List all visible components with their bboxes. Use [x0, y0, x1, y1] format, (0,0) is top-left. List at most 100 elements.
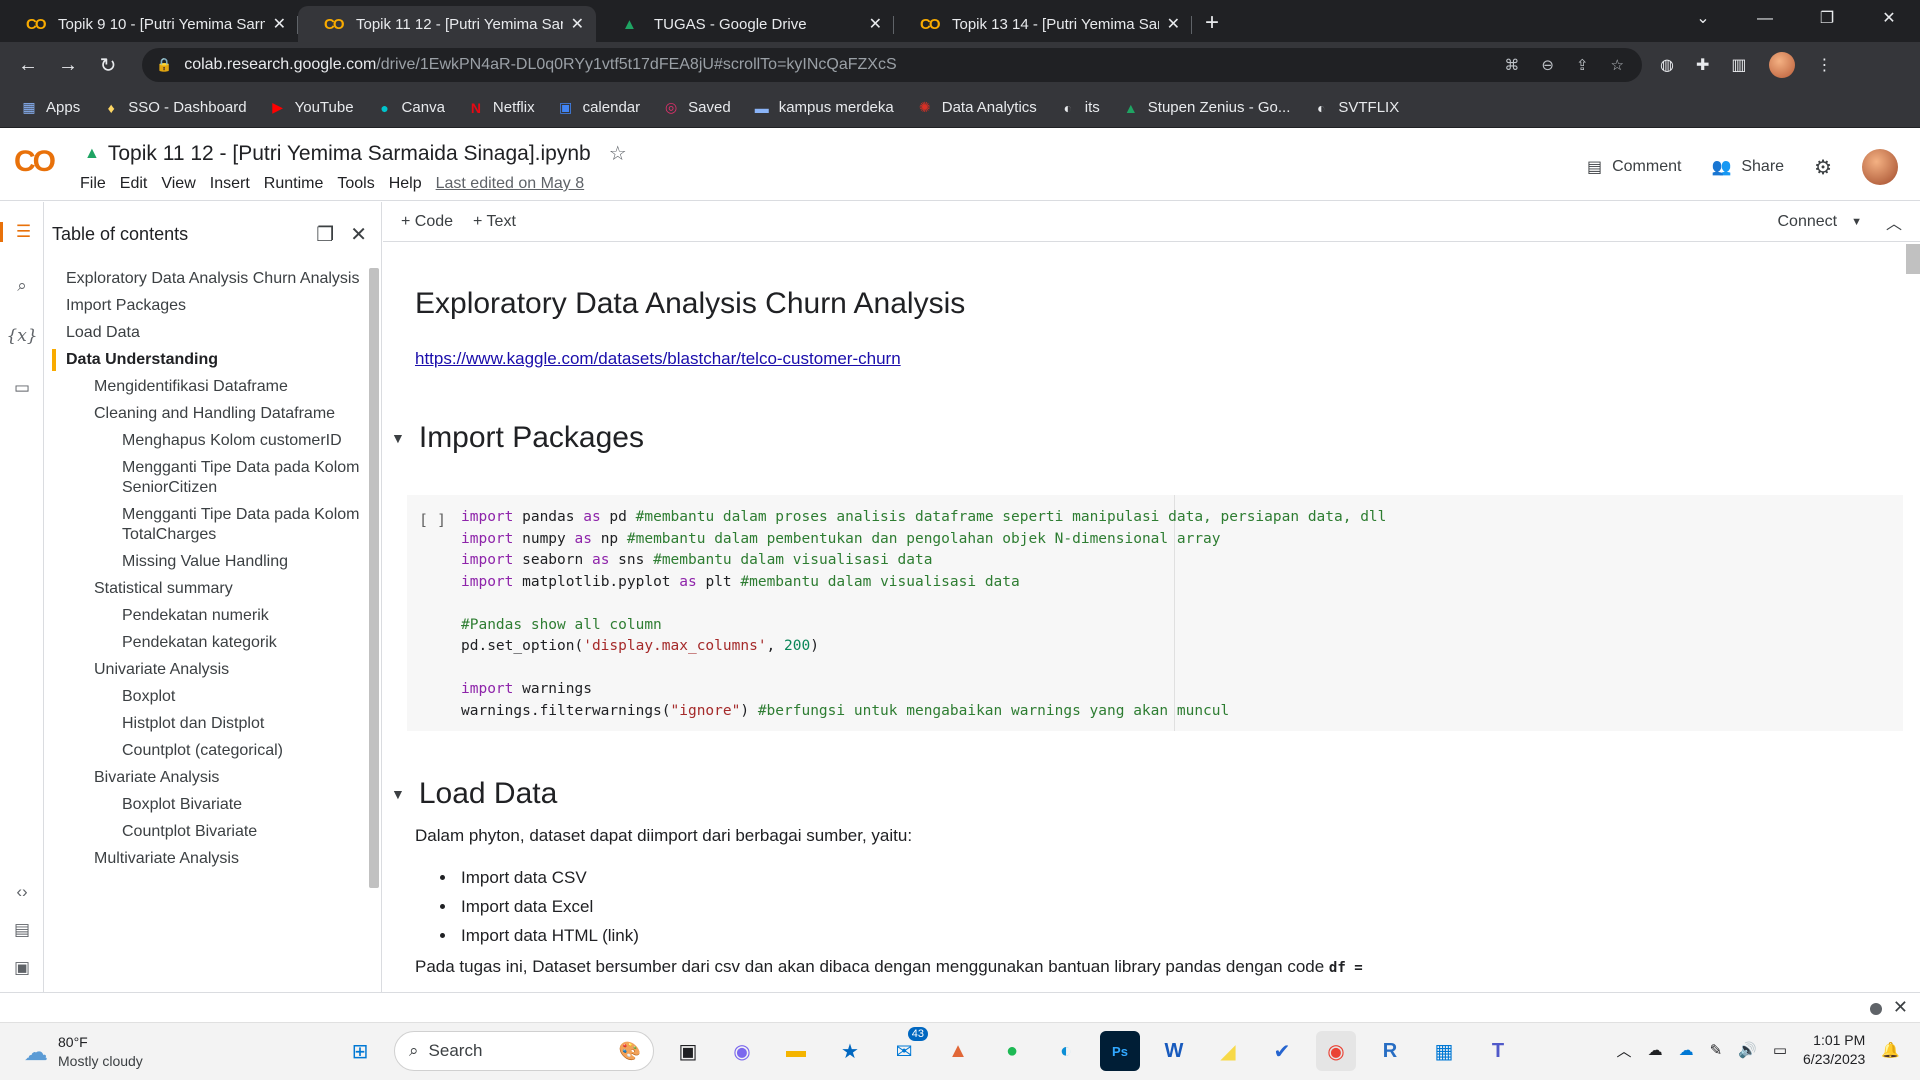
toc-item[interactable]: Histplot dan Distplot [44, 711, 381, 738]
start-windows-icon[interactable]: ⊞ [340, 1031, 380, 1071]
run-cell-button[interactable]: [ ] [419, 511, 446, 529]
task-view-icon[interactable]: ▣ [668, 1031, 708, 1071]
toc-item[interactable]: Cleaning and Handling Dataframe [44, 401, 381, 428]
photoshop-icon[interactable]: Ps [1100, 1031, 1140, 1071]
minimize-icon[interactable]: — [1734, 0, 1796, 42]
terminal-icon[interactable]: ▣ [0, 958, 44, 978]
colab-logo[interactable]: CO [14, 145, 56, 179]
new-tab-button[interactable]: + [1192, 6, 1232, 42]
teams-icon[interactable]: T [1478, 1031, 1518, 1071]
star-icon[interactable]: ☆ [609, 141, 627, 166]
command-palette-icon[interactable]: ▤ [0, 920, 44, 940]
settings-gear-icon[interactable]: ⚙ [1814, 155, 1832, 180]
close-panel-icon[interactable]: ✕ [350, 222, 367, 247]
notebook-title[interactable]: Topik 11 12 - [Putri Yemima Sarmaida Sin… [108, 142, 591, 166]
onedrive-icon[interactable]: ☁ [1679, 1041, 1694, 1059]
browser-tab[interactable]: CO Topik 13 14 - [Putri Yemima Sarmaida … [894, 6, 1192, 42]
menu-file[interactable]: File [80, 175, 106, 193]
bookmark-canva[interactable]: ● Canva [376, 99, 445, 116]
bookmark-svtflix[interactable]: ◐ SVTFLIX [1312, 99, 1399, 116]
code-cell[interactable]: [ ] import pandas as pd #membantu dalam … [407, 495, 1903, 731]
open-in-tab-icon[interactable]: ❐ [316, 222, 334, 247]
bookmark-star-icon[interactable]: ☆ [1611, 56, 1624, 74]
variables-icon[interactable]: {x} [0, 326, 44, 346]
add-code-button[interactable]: + Code [401, 213, 453, 231]
drive-icon[interactable]: ▲ [84, 145, 100, 163]
word-icon[interactable]: W [1154, 1031, 1194, 1071]
toc-item[interactable]: Countplot (categorical) [44, 738, 381, 765]
find-search-icon[interactable]: ⌕ [0, 276, 44, 296]
close-tab-icon[interactable]: ✕ [273, 14, 286, 34]
network-cloud-icon[interactable]: ☁ [1648, 1041, 1663, 1059]
battery-icon[interactable]: ▭ [1773, 1041, 1787, 1059]
bookmark-sso[interactable]: ♦ SSO - Dashboard [102, 99, 247, 116]
last-edited-link[interactable]: Last edited on May 8 [436, 175, 585, 193]
browser-tab[interactable]: ▲ TUGAS - Google Drive ✕ [596, 6, 894, 42]
back-icon[interactable]: ← [8, 54, 48, 77]
menu-insert[interactable]: Insert [210, 175, 250, 193]
connect-button[interactable]: Connect ▼ [1778, 213, 1862, 231]
mail-icon[interactable]: ✉ 43 [884, 1027, 928, 1071]
add-text-button[interactable]: + Text [473, 213, 516, 231]
chrome-icon[interactable]: ◉ [1316, 1031, 1356, 1071]
bookmark-kampus-merdeka[interactable]: ▬ kampus merdeka [753, 99, 894, 116]
browser-tab-active[interactable]: CO Topik 11 12 - [Putri Yemima Sarmaida … [298, 6, 596, 42]
bookmark-data-analytics[interactable]: ✺ Data Analytics [916, 99, 1037, 116]
profile-avatar[interactable] [1768, 52, 1795, 78]
tab-search-icon[interactable]: ⌄ [1672, 0, 1734, 42]
toc-item[interactable]: Load Data [44, 320, 381, 347]
weather-widget[interactable]: ☁ 80°F Mostly cloudy [24, 1033, 143, 1071]
toc-item[interactable]: Missing Value Handling [44, 549, 381, 576]
menu-edit[interactable]: Edit [120, 175, 148, 193]
spotify-icon[interactable]: ● [992, 1031, 1032, 1071]
toc-item[interactable]: Mengganti Tipe Data pada Kolom TotalChar… [44, 502, 381, 549]
reload-icon[interactable]: ↻ [88, 53, 128, 78]
file-explorer-icon[interactable]: ▬ [776, 1031, 816, 1071]
clock[interactable]: 1:01 PM 6/23/2023 [1803, 1031, 1865, 1069]
calendar-app-icon[interactable]: ▦ [1424, 1031, 1464, 1071]
toc-item[interactable]: Pendekatan kategorik [44, 630, 381, 657]
toc-item[interactable]: Countplot Bivariate [44, 819, 381, 846]
zoom-icon[interactable]: ⊖ [1541, 56, 1554, 74]
menu-view[interactable]: View [161, 175, 195, 193]
bookmark-stupen-zenius[interactable]: ▲ Stupen Zenius - Go... [1122, 99, 1291, 116]
account-avatar[interactable] [1862, 149, 1898, 185]
folder-icon[interactable]: ▭ [0, 378, 44, 398]
toc-item[interactable]: Multivariate Analysis [44, 846, 381, 873]
toc-item[interactable]: Bivariate Analysis [44, 765, 381, 792]
toc-item[interactable]: Boxplot Bivariate [44, 792, 381, 819]
toc-scrollbar[interactable] [369, 268, 379, 888]
vertical-scrollbar[interactable] [1906, 244, 1920, 274]
forward-icon[interactable]: → [48, 54, 88, 77]
todo-check-icon[interactable]: ✔ [1262, 1031, 1302, 1071]
r-studio-icon[interactable]: R [1370, 1031, 1410, 1071]
toc-item[interactable]: Univariate Analysis [44, 657, 381, 684]
share-page-icon[interactable]: ⇪ [1576, 56, 1589, 74]
chat-icon[interactable]: ◉ [722, 1031, 762, 1071]
taskbar-search[interactable]: ⌕ Search 🎨 [394, 1031, 654, 1071]
toc-item[interactable]: Menghapus Kolom customerID [44, 428, 381, 455]
close-tab-icon[interactable]: ✕ [1167, 14, 1180, 34]
menu-tools[interactable]: Tools [337, 175, 374, 193]
star-app-icon[interactable]: ★ [830, 1031, 870, 1071]
close-tab-icon[interactable]: ✕ [869, 14, 882, 34]
kebab-menu-icon[interactable]: ⋮ [1817, 55, 1833, 75]
browser-tab[interactable]: CO Topik 9 10 - [Putri Yemima Sarmaida S… [0, 6, 298, 42]
bookmark-apps[interactable]: ▦ Apps [20, 99, 80, 116]
toc-item[interactable]: Mengganti Tipe Data pada Kolom SeniorCit… [44, 455, 381, 502]
close-tab-icon[interactable]: ✕ [571, 14, 584, 34]
sticky-notes-icon[interactable]: ◢ [1208, 1031, 1248, 1071]
close-window-icon[interactable]: ✕ [1858, 0, 1920, 42]
chevron-up-icon[interactable]: ︿ [1617, 1040, 1632, 1061]
pen-icon[interactable]: ✎ [1710, 1041, 1723, 1059]
edge-icon[interactable]: ◐ [1046, 1031, 1086, 1071]
toc-item[interactable]: Import Packages [44, 293, 381, 320]
toc-list-icon[interactable]: ☰ [0, 222, 44, 242]
bookmark-calendar[interactable]: ▣ calendar [557, 99, 640, 116]
bookmark-youtube[interactable]: ▶ YouTube [269, 99, 353, 116]
puzzle-icon[interactable]: ✚ [1696, 55, 1709, 75]
speaker-icon[interactable]: 🔊 [1738, 1041, 1757, 1059]
extension-icon[interactable]: ◍ [1660, 55, 1674, 75]
collapse-caret-icon[interactable]: ▼ [391, 430, 405, 446]
code-snippets-icon[interactable]: ‹› [0, 882, 44, 902]
